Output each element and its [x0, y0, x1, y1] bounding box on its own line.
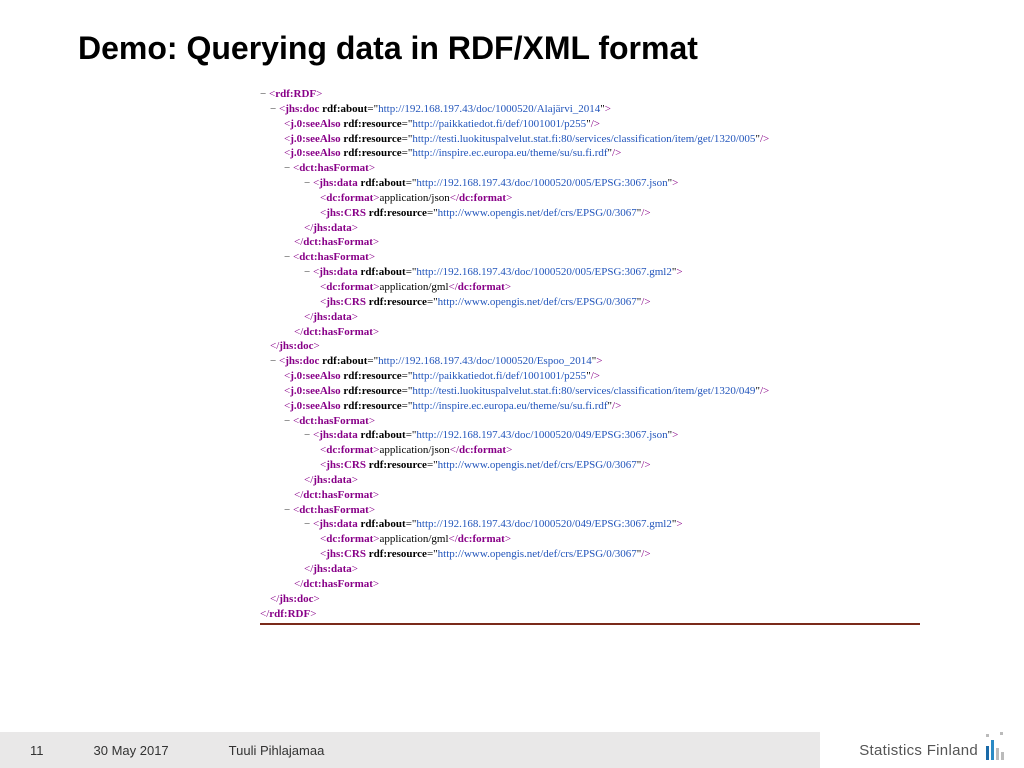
footer-author: Tuuli Pihlajamaa: [229, 743, 325, 758]
xml-code-block: − <rdf:RDF>− <jhs:doc rdf:about="http://…: [260, 87, 920, 625]
logo-text: Statistics Finland: [859, 742, 978, 759]
page-number: 11: [30, 743, 44, 758]
footer-date: 30 May 2017: [94, 743, 169, 758]
statistics-finland-logo: Statistics Finland: [859, 740, 1004, 760]
logo-bars-icon: [986, 740, 1004, 760]
footer-bar: 11 30 May 2017 Tuuli Pihlajamaa: [0, 732, 820, 768]
page-title: Demo: Querying data in RDF/XML format: [0, 0, 1024, 67]
